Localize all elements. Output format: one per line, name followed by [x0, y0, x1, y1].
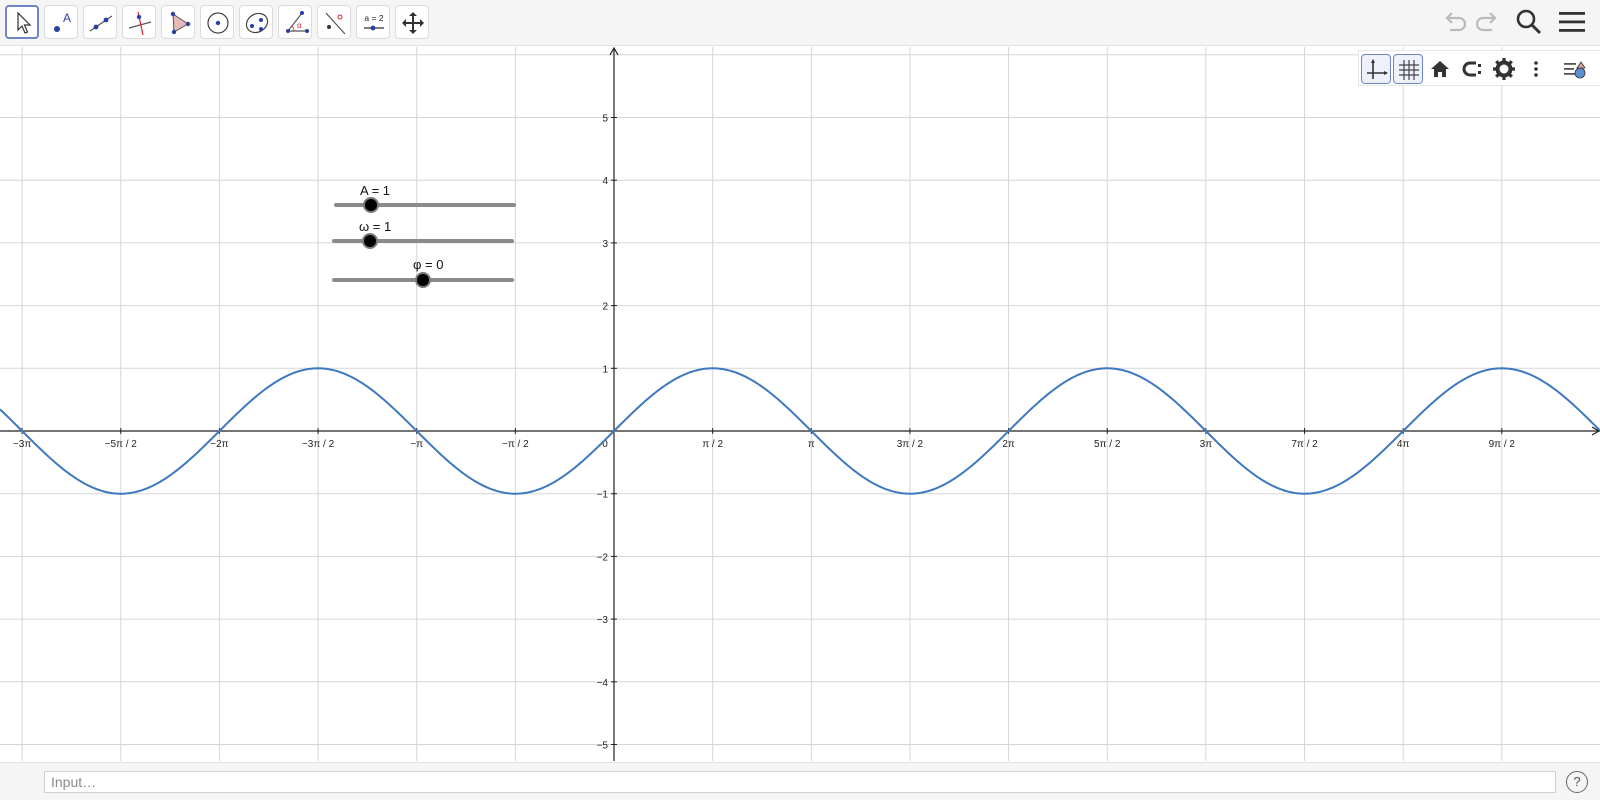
geogebra-app: A α a = 2 −3π −5π / 2 −2π −3π / 2 −π −π …: [0, 0, 1600, 800]
point-capturing-icon: [1462, 61, 1481, 77]
x-tick-label: −3π: [13, 439, 31, 450]
main-menu-button[interactable]: [1556, 6, 1588, 38]
x-tick-label: −3π / 2: [302, 439, 335, 450]
x-tick-label: 5π / 2: [1094, 439, 1121, 450]
x-tick-label: π: [808, 439, 815, 450]
point-capturing-button[interactable]: [1457, 54, 1487, 84]
slider-omega-label: ω = 1: [359, 219, 392, 234]
slider-phase-knob[interactable]: [415, 272, 431, 288]
x-tick-label: −2π: [210, 439, 228, 450]
axes: [0, 47, 1600, 761]
search-button[interactable]: [1513, 6, 1545, 38]
grid-lines: [0, 47, 1600, 761]
move-arrows-icon: [402, 12, 424, 34]
y-tick-label: 3: [602, 239, 608, 250]
toggle-axes-button[interactable]: [1361, 54, 1391, 84]
slider-amplitude[interactable]: A = 1: [334, 183, 516, 213]
x-tick-label: 4π: [1397, 439, 1410, 450]
toggle-algebra-view-button[interactable]: [1559, 54, 1589, 84]
y-tick-label: −5: [597, 741, 609, 752]
move-tool-button[interactable]: [5, 5, 39, 39]
point-icon: A: [54, 11, 71, 32]
reflect-tool-button[interactable]: [317, 5, 351, 39]
circle-icon: [207, 12, 229, 34]
x-tick-label: 7π / 2: [1291, 439, 1318, 450]
y-tick-label: 1: [602, 364, 608, 375]
x-tick-label: 3π: [1200, 439, 1213, 450]
menu-icon: [1559, 12, 1585, 32]
slider-tool-label: a = 2: [364, 13, 383, 23]
y-tick-label: 4: [602, 176, 608, 187]
more-vertical-icon: [1534, 61, 1538, 77]
x-tick-label: 3π / 2: [897, 439, 924, 450]
slider-amplitude-track[interactable]: [334, 203, 516, 207]
angle-icon: α: [286, 11, 309, 33]
slider-phase-label: φ = 0: [413, 257, 444, 272]
axes-icon: [1367, 59, 1388, 79]
search-icon: [1516, 9, 1542, 35]
x-tick-label: −π / 2: [502, 439, 529, 450]
circle-tool-button[interactable]: [200, 5, 234, 39]
redo-button[interactable]: [1471, 6, 1503, 38]
slider-omega-knob[interactable]: [362, 233, 378, 249]
line-icon: [89, 15, 113, 32]
toggle-grid-button[interactable]: [1393, 54, 1423, 84]
slider-amplitude-knob[interactable]: [363, 197, 379, 213]
graphics-view[interactable]: −3π −5π / 2 −2π −3π / 2 −π −π / 20π / 2 π 3π / …: [0, 47, 1600, 761]
y-tick-label: −3: [597, 615, 609, 626]
x-tick-label: 9π / 2: [1489, 439, 1516, 450]
reflect-icon: [325, 12, 346, 35]
move-view-tool-button[interactable]: [395, 5, 429, 39]
y-tick-label: −2: [597, 552, 609, 563]
more-options-button[interactable]: [1521, 54, 1551, 84]
home-icon: [1431, 61, 1449, 77]
undo-button[interactable]: [1439, 6, 1471, 38]
x-tick-label: −π: [410, 439, 423, 450]
slider-omega-track[interactable]: [332, 239, 514, 243]
perpendicular-line-tool-button[interactable]: [122, 5, 156, 39]
settings-button[interactable]: [1489, 54, 1519, 84]
ellipse-icon: [245, 12, 269, 34]
standard-view-button[interactable]: [1425, 54, 1455, 84]
conic-tool-button[interactable]: [239, 5, 273, 39]
polygon-tool-button[interactable]: [161, 5, 195, 39]
help-button[interactable]: ?: [1566, 771, 1588, 793]
polygon-icon: [170, 11, 191, 35]
slider-phase[interactable]: φ = 0: [332, 257, 514, 288]
slider-amplitude-label: A = 1: [360, 183, 390, 198]
angle-tool-letter: α: [297, 21, 302, 30]
point-tool-button[interactable]: A: [44, 5, 78, 39]
slider-icon: a = 2: [364, 13, 384, 31]
slider-omega[interactable]: ω = 1: [332, 219, 514, 249]
grid-icon: [1399, 60, 1419, 80]
graphics-style-bar: [1358, 50, 1600, 86]
redo-icon: [1475, 12, 1497, 32]
algebra-view-icon: [1564, 61, 1586, 79]
cursor-arrow-icon: [17, 11, 32, 34]
algebra-input[interactable]: [44, 771, 1556, 793]
x-tick-label: −5π / 2: [105, 439, 138, 450]
y-tick-label: 5: [602, 114, 608, 125]
angle-tool-button[interactable]: α: [278, 5, 312, 39]
y-tick-label: −1: [597, 490, 609, 501]
slider-tool-button[interactable]: a = 2: [356, 5, 390, 39]
x-tick-label: π / 2: [702, 439, 723, 450]
line-tool-button[interactable]: [83, 5, 117, 39]
toolbar: A α a = 2: [0, 0, 1600, 46]
x-tick-label: 2π: [1002, 439, 1015, 450]
gear-icon: [1493, 58, 1515, 80]
undo-icon: [1445, 12, 1467, 32]
perpendicular-line-icon: [128, 11, 152, 36]
coordinate-plane[interactable]: −3π −5π / 2 −2π −3π / 2 −π −π / 20π / 2 π 3π / …: [0, 47, 1600, 761]
input-bar: ?: [0, 762, 1600, 800]
y-tick-label: 2: [602, 302, 608, 313]
point-tool-letter: A: [63, 11, 71, 25]
y-tick-label: −4: [597, 678, 609, 689]
